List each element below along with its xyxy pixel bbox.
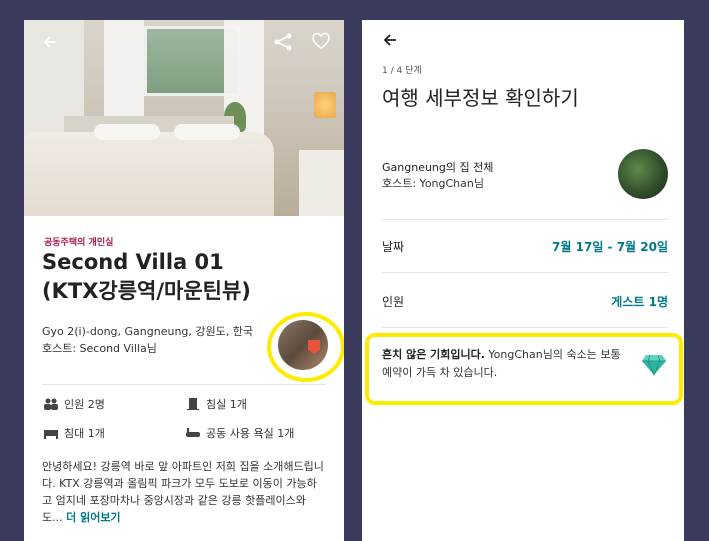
divider (382, 327, 668, 328)
amenity-bath: 공동 사용 욕실 1개 (186, 425, 294, 441)
divider (382, 219, 668, 220)
listing-type-label: 공동주택의 개인실 (44, 238, 114, 248)
bed-icon (44, 430, 58, 439)
photo-bed (24, 132, 274, 216)
guests-label: 인원 (382, 295, 405, 309)
listing-title-line1: Second Villa 01 (42, 250, 224, 274)
rare-find-bold: 흔치 않은 기회입니다. (382, 348, 485, 361)
share-icon[interactable] (273, 33, 293, 51)
photo-pillow (174, 124, 240, 140)
dates-label: 날짜 (382, 240, 405, 254)
amenity-bath-label: 공동 사용 욕실 1개 (206, 427, 295, 440)
divider (382, 272, 668, 273)
bathtub-icon (186, 428, 200, 437)
guests-value[interactable]: 게스트 1명 (611, 293, 668, 310)
host-avatar[interactable] (278, 320, 328, 370)
listing-title-line2: (KTX강릉역/마운틴뷰) (42, 279, 251, 303)
superhost-badge-icon (308, 340, 320, 354)
dates-value[interactable]: 7월 17일 - 7월 20일 (552, 238, 668, 255)
listing-title: Second Villa 01 (KTX강릉역/마운틴뷰) (42, 248, 282, 306)
amenity-guests: 인원 2명 (44, 396, 105, 412)
booking-screen: 1 / 4 단계 여행 세부정보 확인하기 Gangneung의 집 전체 호스… (362, 20, 684, 541)
back-arrow-icon[interactable] (382, 32, 398, 52)
heart-icon[interactable] (311, 32, 331, 50)
rare-find-message: 흔치 않은 기회입니다. YongChan님의 숙소는 보통 예약이 가득 차 … (382, 346, 622, 382)
photo-nightstand (299, 150, 344, 216)
page-title: 여행 세부정보 확인하기 (382, 86, 579, 110)
listing-photo[interactable] (24, 20, 344, 216)
listing-host: 호스트: Second Villa님 (42, 342, 157, 355)
home-host: 호스트: YongChan님 (382, 177, 484, 190)
photo-lamp (314, 92, 336, 118)
step-indicator: 1 / 4 단계 (382, 66, 422, 76)
photo-pillow (94, 124, 160, 140)
amenity-beds: 침대 1개 (44, 425, 105, 441)
back-arrow-icon[interactable] (42, 34, 58, 50)
amenity-beds-label: 침대 1개 (64, 427, 105, 440)
read-more-link[interactable]: 더 읽어보기 (66, 511, 120, 524)
listing-location: Gyo 2(i)-dong, Gangneung, 강원도, 한국 (42, 325, 253, 338)
listing-description: 안녕하세요! 강릉역 바로 앞 아파트인 저희 집을 소개해드립니다. KTX … (42, 458, 324, 526)
door-icon (187, 398, 199, 410)
amenity-bedrooms-label: 침실 1개 (206, 398, 247, 411)
listing-screen: 공동주택의 개인실 Second Villa 01 (KTX강릉역/마운틴뷰) … (24, 20, 344, 541)
home-name: Gangneung의 집 전체 (382, 161, 494, 174)
guests-icon (44, 398, 58, 410)
amenity-bedrooms: 침실 1개 (186, 396, 247, 412)
amenity-guests-label: 인원 2명 (64, 398, 105, 411)
home-thumbnail (618, 149, 668, 199)
divider (42, 384, 326, 385)
diamond-icon (642, 354, 666, 380)
